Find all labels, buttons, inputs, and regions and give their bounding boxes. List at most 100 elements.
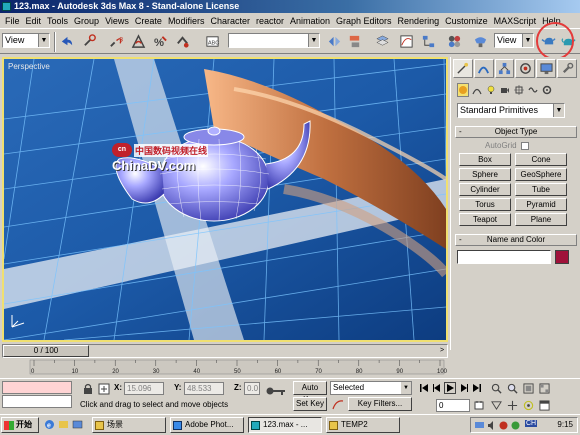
named-selection-dropdown[interactable]: ▼ (228, 33, 320, 48)
primitive-type-dropdown[interactable]: Standard Primitives ▼ (457, 103, 565, 118)
time-config-button[interactable] (473, 399, 485, 411)
tab-create[interactable] (453, 59, 473, 78)
key-selection-dropdown[interactable]: Selected ▼ (330, 381, 412, 395)
object-name-field[interactable] (457, 250, 551, 264)
antivirus-icon[interactable] (499, 421, 508, 430)
task-temp2-folder[interactable]: TEMP2 (326, 417, 400, 433)
render-type-dropdown[interactable]: View ▼ (494, 33, 534, 48)
bind-space-warp-button[interactable] (130, 33, 147, 50)
volume-icon[interactable] (487, 421, 496, 430)
cylinder-button[interactable]: Cylinder (459, 183, 511, 196)
time-slider-next-icon[interactable]: > (437, 345, 447, 357)
time-slider[interactable]: 0 / 100 > (2, 344, 448, 358)
menu-graph-editors[interactable]: Graph Editors (333, 16, 395, 26)
menu-character[interactable]: Character (207, 16, 253, 26)
set-key-button[interactable]: Set Key (293, 397, 327, 411)
teapot-button[interactable]: Teapot (459, 213, 511, 226)
space-warps-button[interactable] (527, 83, 539, 97)
tube-button[interactable]: Tube (515, 183, 567, 196)
mirror-button[interactable] (326, 33, 343, 50)
box-button[interactable]: Box (459, 153, 511, 166)
zoom-all-button[interactable] (506, 382, 518, 394)
outlook-icon[interactable] (58, 419, 69, 430)
helpers-button[interactable] (513, 83, 525, 97)
layer-manager-button[interactable] (374, 33, 391, 50)
systems-button[interactable] (541, 83, 553, 97)
cameras-button[interactable] (499, 83, 511, 97)
curve-editor-button[interactable] (398, 33, 415, 50)
menu-customize[interactable]: Customize (442, 16, 491, 26)
zoom-extents-button[interactable] (522, 382, 534, 394)
messenger-icon[interactable] (511, 421, 520, 430)
autogrid-checkbox[interactable]: AutoGrid (485, 141, 529, 150)
plane-button[interactable]: Plane (515, 213, 567, 226)
geosphere-button[interactable]: GeoSphere (515, 168, 567, 181)
zoom-button[interactable] (490, 382, 502, 394)
select-and-link-button[interactable] (82, 33, 99, 50)
schematic-view-button[interactable] (420, 33, 437, 50)
tab-utilities[interactable] (557, 59, 577, 78)
menu-rendering[interactable]: Rendering (395, 16, 443, 26)
menu-animation[interactable]: Animation (287, 16, 333, 26)
arc-rotate-button[interactable] (522, 399, 534, 411)
time-slider-thumb[interactable]: 0 / 100 (3, 345, 89, 357)
selection-filter-dropdown[interactable]: View ▼ (2, 33, 50, 48)
object-type-rollout[interactable]: - Object Type (455, 126, 577, 138)
y-coordinate-field[interactable]: 48.533 (184, 382, 224, 395)
prev-frame-button[interactable] (431, 382, 443, 394)
zoom-extents-all-button[interactable] (538, 382, 550, 394)
track-bar[interactable]: 0 10 20 30 40 50 60 70 80 90 100 (0, 358, 448, 378)
key-filters-button[interactable]: Key Filters... (348, 397, 412, 411)
start-button[interactable]: 开始 (1, 417, 39, 433)
play-button[interactable] (444, 382, 456, 394)
spinner-snap-button[interactable] (174, 33, 191, 50)
undo-button[interactable] (58, 33, 75, 50)
menu-edit[interactable]: Edit (23, 16, 45, 26)
current-frame-field[interactable]: 0 (436, 399, 470, 412)
menu-file[interactable]: File (2, 16, 23, 26)
menu-reactor[interactable]: reactor (253, 16, 287, 26)
tab-modify[interactable] (473, 59, 494, 78)
edit-named-selections-button[interactable]: ABC (204, 33, 221, 50)
viewport-label[interactable]: Perspective (8, 62, 50, 71)
render-scene-button[interactable] (472, 33, 489, 50)
key-icon[interactable] (266, 385, 286, 397)
goto-start-button[interactable] (418, 382, 430, 394)
auto-key-button[interactable]: Auto Key (293, 381, 327, 404)
ime-indicator[interactable]: CH (525, 420, 538, 427)
network-icon[interactable] (475, 421, 484, 430)
goto-end-button[interactable] (471, 382, 483, 394)
pyramid-button[interactable]: Pyramid (515, 198, 567, 211)
sphere-button[interactable]: Sphere (459, 168, 511, 181)
task-3dsmax[interactable]: 123.max - ... (248, 417, 322, 433)
x-coordinate-field[interactable]: 15.096 (124, 382, 164, 395)
perspective-viewport[interactable]: Perspective cn 中国数码视频在线 ChinaDV.com (2, 57, 448, 342)
menu-views[interactable]: Views (102, 16, 132, 26)
maxscript-input-mini[interactable] (2, 395, 72, 408)
menu-tools[interactable]: Tools (44, 16, 71, 26)
name-and-color-rollout[interactable]: - Name and Color (455, 234, 577, 246)
unlink-button[interactable]: 3 (108, 33, 125, 50)
shapes-button[interactable] (471, 83, 483, 97)
menu-modifiers[interactable]: Modifiers (165, 16, 208, 26)
material-editor-button[interactable] (446, 33, 463, 50)
maximize-viewport-button[interactable] (538, 399, 550, 411)
tab-hierarchy[interactable] (494, 59, 515, 78)
ie-icon[interactable]: e (44, 419, 55, 430)
field-of-view-button[interactable] (490, 399, 502, 411)
object-color-swatch[interactable] (555, 250, 569, 264)
align-button[interactable] (346, 33, 363, 50)
z-coordinate-field[interactable]: 0.0 (244, 382, 260, 395)
cone-button[interactable]: Cone (515, 153, 567, 166)
menu-group[interactable]: Group (71, 16, 102, 26)
default-tangent-icon[interactable] (332, 399, 344, 411)
tab-display[interactable] (536, 59, 557, 78)
selection-lock-icon[interactable] (82, 383, 94, 395)
percent-snap-button[interactable]: % (152, 33, 169, 50)
torus-button[interactable]: Torus (459, 198, 511, 211)
geometry-button[interactable] (457, 83, 469, 97)
lights-button[interactable] (485, 83, 497, 97)
tab-motion[interactable] (515, 59, 536, 78)
maxscript-listener-mini[interactable] (2, 381, 72, 394)
absolute-mode-icon[interactable] (98, 383, 110, 395)
